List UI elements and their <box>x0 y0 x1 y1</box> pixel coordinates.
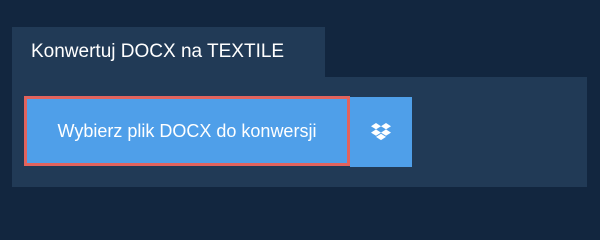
upload-panel: Wybierz plik DOCX do konwersji <box>12 77 587 187</box>
select-file-label: Wybierz plik DOCX do konwersji <box>57 120 317 141</box>
tab-title: Konwertuj DOCX na TEXTILE <box>31 41 285 62</box>
dropbox-button[interactable] <box>350 97 412 167</box>
converter-tab: Konwertuj DOCX na TEXTILE <box>12 27 325 77</box>
select-file-button[interactable]: Wybierz plik DOCX do konwersji <box>24 96 350 166</box>
dropbox-icon <box>371 123 391 141</box>
